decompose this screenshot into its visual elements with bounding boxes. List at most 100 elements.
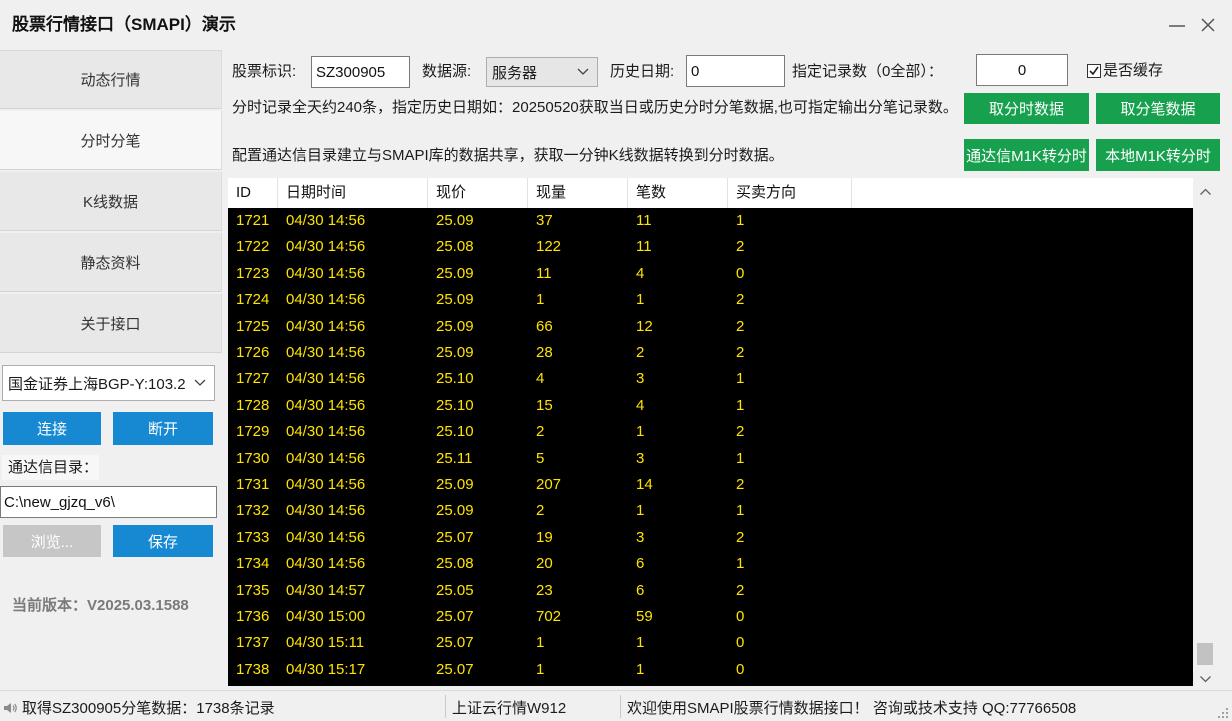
disconnect-button[interactable]: 断开 bbox=[113, 412, 213, 445]
resize-grip-icon[interactable] bbox=[1216, 706, 1229, 719]
cell-id: 1733 bbox=[236, 528, 270, 546]
local-m1k-convert-button[interactable]: 本地M1K转分时 bbox=[1096, 139, 1220, 171]
cache-checkbox[interactable] bbox=[1087, 64, 1101, 78]
table-row[interactable]: 1736 04/30 15:00 25.07 702 59 0 bbox=[228, 604, 1193, 630]
cell-trades: 1 bbox=[636, 502, 645, 520]
tick-data-table[interactable]: ID 日期时间 现价 现量 笔数 买卖方向 1721 04/30 14:56 25.… bbox=[228, 178, 1193, 686]
table-row[interactable]: 1730 04/30 14:56 25.11 5 3 1 bbox=[228, 446, 1193, 472]
table-row[interactable]: 1722 04/30 14:56 25.08 122 11 2 bbox=[228, 234, 1193, 260]
cell-direction: 1 bbox=[736, 502, 745, 520]
cell-volume: 5 bbox=[536, 449, 545, 467]
table-row[interactable]: 1729 04/30 14:56 25.10 2 1 2 bbox=[228, 419, 1193, 445]
hint-m1k-text: 配置通达信目录建立与SMAPI库的数据共享，获取一分钟K线数据转换到分时数据。 bbox=[232, 147, 784, 164]
minimize-button[interactable] bbox=[1166, 14, 1188, 36]
cell-volume: 207 bbox=[536, 476, 562, 493]
stock-id-label: 股票标识: bbox=[232, 63, 297, 80]
column-header-id[interactable]: ID bbox=[228, 178, 278, 208]
server-select-value: 国金证券上海BGP-Y:103.2 bbox=[8, 375, 186, 393]
table-row[interactable]: 1726 04/30 14:56 25.09 28 2 2 bbox=[228, 340, 1193, 366]
chevron-down-icon bbox=[1200, 676, 1211, 683]
cell-price: 25.07 bbox=[436, 528, 474, 546]
column-header-trades[interactable]: 笔数 bbox=[628, 178, 728, 208]
save-button[interactable]: 保存 bbox=[113, 525, 213, 557]
cell-datetime: 04/30 15:00 bbox=[286, 608, 366, 625]
cell-datetime: 04/30 14:56 bbox=[286, 238, 366, 256]
cell-trades: 3 bbox=[636, 449, 645, 467]
cell-price: 25.09 bbox=[436, 502, 474, 520]
data-source-select[interactable]: 服务器 bbox=[486, 57, 598, 87]
table-row[interactable]: 1721 04/30 14:56 25.09 37 11 1 bbox=[228, 208, 1193, 234]
tdx-dir-input[interactable] bbox=[0, 486, 217, 518]
scroll-down-button[interactable] bbox=[1199, 671, 1212, 683]
table-row[interactable]: 1723 04/30 14:56 25.09 11 4 0 bbox=[228, 261, 1193, 287]
cell-trades: 11 bbox=[636, 238, 652, 256]
cell-price: 25.09 bbox=[436, 264, 474, 282]
cell-trades: 14 bbox=[636, 476, 653, 493]
table-row[interactable]: 1725 04/30 14:56 25.09 66 12 2 bbox=[228, 314, 1193, 340]
cell-id: 1722 bbox=[236, 238, 270, 256]
browse-button[interactable]: 浏览... bbox=[3, 525, 101, 557]
table-row[interactable]: 1738 04/30 15:17 25.07 1 1 0 bbox=[228, 657, 1193, 683]
table-row[interactable]: 1734 04/30 14:56 25.08 20 6 1 bbox=[228, 551, 1193, 577]
cell-volume: 122 bbox=[536, 238, 562, 256]
window-title: 股票行情接口（SMAPI）演示 bbox=[12, 15, 236, 34]
table-row[interactable]: 1735 04/30 14:57 25.05 23 6 2 bbox=[228, 578, 1193, 604]
cell-id: 1735 bbox=[236, 581, 270, 599]
nav-label: K线数据 bbox=[82, 193, 138, 211]
cell-volume: 15 bbox=[536, 396, 553, 414]
record-count-input[interactable] bbox=[976, 54, 1068, 86]
hint-minute-text: 分时记录全天约240条，指定历史日期如：20250520获取当日或历史分时分笔数… bbox=[232, 99, 958, 116]
cell-datetime: 04/30 14:56 bbox=[286, 449, 366, 467]
cell-id: 1728 bbox=[236, 396, 270, 414]
cell-volume: 702 bbox=[536, 608, 562, 625]
record-count-label: 指定记录数（0全部）： bbox=[792, 63, 943, 80]
server-select[interactable]: 国金证券上海BGP-Y:103.2 bbox=[2, 365, 215, 401]
column-header-direction[interactable]: 买卖方向 bbox=[728, 178, 852, 208]
cell-trades: 4 bbox=[636, 264, 645, 282]
nav-realtime-quotes[interactable]: 动态行情 bbox=[0, 50, 222, 109]
connect-button[interactable]: 连接 bbox=[3, 412, 101, 445]
nav-static-info[interactable]: 静态资料 bbox=[0, 233, 222, 292]
column-header-volume[interactable]: 现量 bbox=[528, 178, 628, 208]
column-header-datetime[interactable]: 日期时间 bbox=[278, 178, 428, 208]
vertical-scrollbar[interactable] bbox=[1193, 178, 1218, 686]
cell-volume: 37 bbox=[536, 212, 553, 229]
cell-trades: 6 bbox=[636, 555, 645, 573]
status-separator bbox=[620, 695, 621, 718]
table-row[interactable]: 1727 04/30 14:56 25.10 4 3 1 bbox=[228, 366, 1193, 392]
column-header-price[interactable]: 现价 bbox=[428, 178, 528, 208]
close-button[interactable] bbox=[1197, 14, 1219, 36]
cell-direction: 1 bbox=[736, 370, 745, 388]
stock-id-input[interactable] bbox=[311, 56, 410, 88]
get-tick-data-button[interactable]: 取分笔数据 bbox=[1096, 93, 1220, 124]
get-minute-data-button[interactable]: 取分时数据 bbox=[964, 93, 1089, 124]
nav-minute-tick[interactable]: 分时分笔 bbox=[0, 111, 222, 170]
data-source-value: 服务器 bbox=[492, 64, 538, 82]
scroll-thumb[interactable] bbox=[1197, 643, 1213, 665]
nav-kline[interactable]: K线数据 bbox=[0, 172, 222, 231]
history-date-input[interactable] bbox=[686, 55, 785, 87]
cache-label: 是否缓存 bbox=[1103, 62, 1164, 79]
nav-about[interactable]: 关于接口 bbox=[0, 294, 222, 353]
table-row[interactable]: 1732 04/30 14:56 25.09 2 1 1 bbox=[228, 498, 1193, 524]
cell-datetime: 04/30 14:56 bbox=[286, 291, 366, 309]
table-row[interactable]: 1733 04/30 14:56 25.07 19 3 2 bbox=[228, 525, 1193, 551]
tdx-m1k-convert-button[interactable]: 通达信M1K转分时 bbox=[964, 139, 1089, 171]
cell-trades: 3 bbox=[636, 370, 645, 388]
table-row[interactable]: 1737 04/30 15:11 25.07 1 1 0 bbox=[228, 630, 1193, 656]
cell-trades: 6 bbox=[636, 581, 645, 599]
cell-id: 1729 bbox=[236, 423, 270, 441]
cell-trades: 1 bbox=[636, 291, 645, 309]
cell-volume: 2 bbox=[536, 423, 545, 441]
cell-datetime: 04/30 14:57 bbox=[286, 581, 366, 599]
tdx-dir-label: 通达信目录： bbox=[2, 455, 99, 480]
table-row[interactable]: 1724 04/30 14:56 25.09 1 1 2 bbox=[228, 287, 1193, 313]
cell-trades: 11 bbox=[636, 212, 652, 229]
scroll-up-button[interactable] bbox=[1199, 184, 1212, 195]
table-row[interactable]: 1728 04/30 14:56 25.10 15 4 1 bbox=[228, 393, 1193, 419]
table-row[interactable]: 1731 04/30 14:56 25.09 207 14 2 bbox=[228, 472, 1193, 498]
cell-trades: 4 bbox=[636, 396, 645, 414]
cell-datetime: 04/30 14:56 bbox=[286, 423, 366, 441]
cell-datetime: 04/30 14:56 bbox=[286, 264, 366, 282]
status-welcome: 欢迎使用SMAPI股票行情数据接口！ 咨询或技术支持 QQ:77766508 bbox=[627, 700, 1077, 717]
